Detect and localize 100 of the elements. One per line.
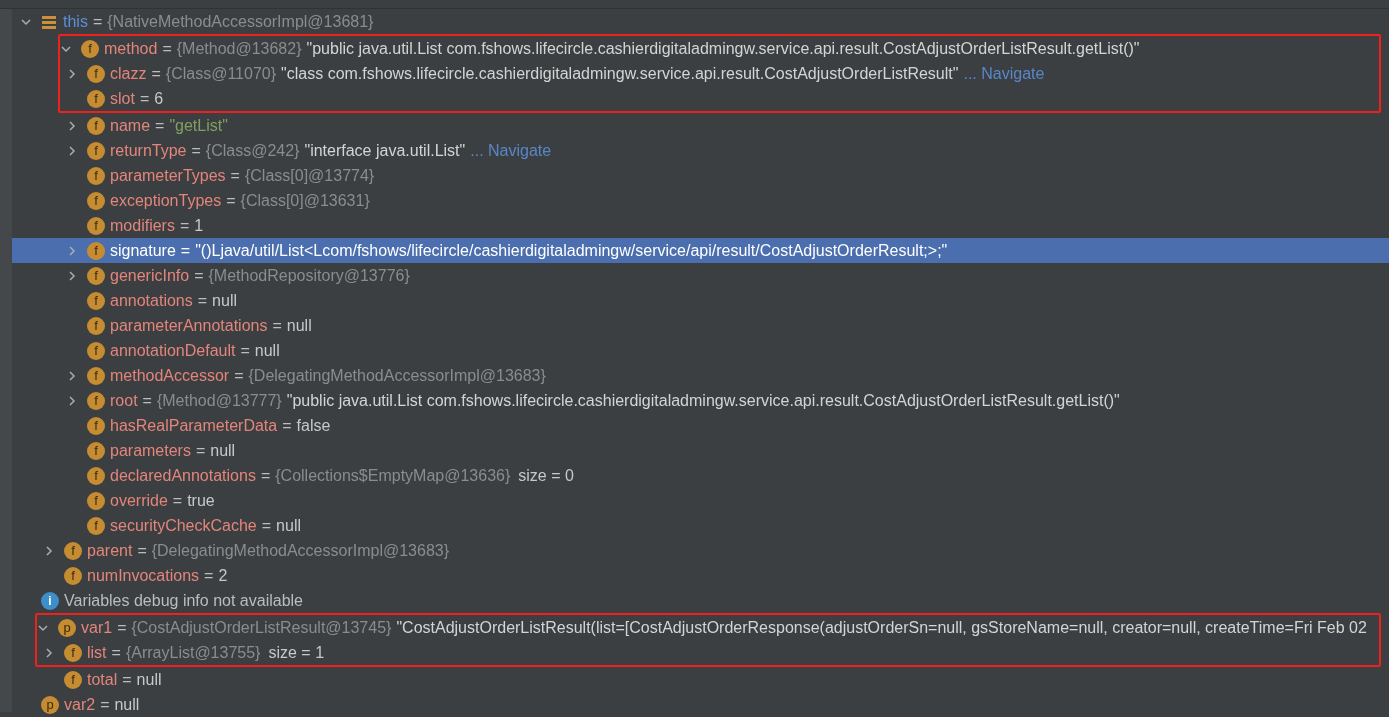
tree-row[interactable]: i Variables debug info not available: [12, 588, 1389, 613]
variable-value: "public java.util.List com.fshows.lifecircle.cashierdigitaladmingw.service.api.result.CostAdjustOrderListResult.getList()": [306, 39, 1140, 58]
tree-row[interactable]: f declaredAnnotations = {Collections$EmptyMap@13636} size = 0: [12, 463, 1389, 488]
field-icon: f: [87, 216, 105, 235]
variable-name: method: [104, 39, 158, 58]
tree-row[interactable]: p var2 = null: [12, 692, 1389, 717]
tree-row[interactable]: f modifiers = 1: [12, 213, 1389, 238]
field-icon: f: [87, 416, 105, 435]
tree-row[interactable]: f returnType = {Class@242} "interface java.util.List" ... Navigate: [12, 138, 1389, 163]
equals-sign: =: [117, 618, 127, 637]
variable-value: "CostAdjustOrderListResult(list=[CostAdjustOrderResponse(adjustOrderSn=null, gsStoreName=null, creator=null, createTime=Fri Feb 02: [396, 618, 1367, 637]
tree-row[interactable]: f parameters = null: [12, 438, 1389, 463]
object-reference: {Method@13777}: [156, 391, 282, 410]
variable-value: null: [114, 695, 140, 714]
object-reference: {DelegatingMethodAccessorImpl@13683}: [151, 541, 450, 560]
tree-row[interactable]: f list = {ArrayList@13755} size = 1: [37, 640, 1379, 665]
tree-row[interactable]: f clazz = {Class@11070} "class com.fshows.lifecircle.cashierdigitaladmingw.service.api.result.CostAdjustOrderListResult" ... Navigate: [60, 61, 1379, 86]
field-icon: p: [58, 618, 76, 637]
field-icon: f: [64, 643, 82, 662]
chevron-right-icon[interactable]: [66, 394, 78, 407]
variable-name: modifiers: [110, 216, 175, 235]
variable-name: override: [110, 491, 168, 510]
equals-sign: =: [191, 141, 201, 160]
field-icon: f: [87, 191, 105, 210]
equals-sign: =: [92, 12, 103, 31]
variable-name: total: [87, 670, 118, 689]
object-reference: {ArrayList@13755}: [125, 643, 261, 662]
tree-row[interactable]: f parameterAnnotations = null: [12, 313, 1389, 338]
field-icon: f: [87, 116, 105, 135]
variable-value: 1: [194, 216, 204, 235]
tree-row[interactable]: this = {NativeMethodAccessorImpl@13681}: [12, 9, 1389, 34]
variable-value: null: [136, 670, 162, 689]
equals-sign: =: [139, 89, 150, 108]
object-reference: {Collections$EmptyMap@13636}: [275, 466, 511, 485]
field-icon: f: [87, 366, 105, 385]
chevron-right-icon[interactable]: [66, 144, 78, 157]
object-reference: {MethodRepository@13776}: [208, 266, 410, 285]
variable-value: 6: [154, 89, 164, 108]
info-icon: i: [41, 591, 59, 610]
equals-sign: =: [230, 166, 240, 185]
chevron-right-icon[interactable]: [43, 646, 55, 659]
tree-row[interactable]: f methodAccessor = {DelegatingMethodAccessorImpl@13683}: [12, 363, 1389, 388]
tree-row[interactable]: f numInvocations = 2: [12, 563, 1389, 588]
tree-row[interactable]: f override = true: [12, 488, 1389, 513]
tree-row[interactable]: f signature = "()Ljava/util/List<Lcom/fshows/lifecircle/cashierdigitaladmingw/service/api/result/CostAdjustOrderResult;>;": [12, 238, 1389, 263]
tree-row[interactable]: p var1 = {CostAdjustOrderListResult@13745} "CostAdjustOrderListResult(list=[CostAdjustOrderResponse(adjustOrderSn=null, gsStoreName=null, creator=null, createTime=Fri Feb 02: [37, 615, 1379, 640]
object-reference: {CostAdjustOrderListResult@13745}: [131, 618, 392, 637]
variable-name: signature: [110, 241, 176, 260]
equals-sign: =: [137, 541, 147, 560]
tree-row[interactable]: f method = {Method@13682} "public java.util.List com.fshows.lifecircle.cashierdigitaladmingw.service.api.result.CostAdjustOrderListResult.getList()": [60, 36, 1379, 61]
equals-sign: =: [122, 670, 132, 689]
field-icon: p: [41, 695, 59, 714]
tree-row[interactable]: f genericInfo = {MethodRepository@13776}: [12, 263, 1389, 288]
field-icon: f: [87, 266, 105, 285]
variable-value: "getList": [169, 116, 228, 135]
variable-name: var1: [81, 618, 113, 637]
equals-sign: =: [151, 64, 161, 83]
tree-row[interactable]: f annotations = null: [12, 288, 1389, 313]
tree-row[interactable]: f total = null: [12, 667, 1389, 692]
variable-value: null: [212, 291, 237, 310]
stack-frames-icon: [41, 13, 57, 30]
chevron-right-icon[interactable]: [66, 119, 78, 132]
variable-name: methodAccessor: [110, 366, 230, 385]
variable-value: "class com.fshows.lifecircle.cashierdigitaladmingw.service.api.result.CostAdjustOrderListResult": [281, 64, 959, 83]
tree-row[interactable]: f root = {Method@13777} "public java.util.List com.fshows.lifecircle.cashierdigitaladmingw.service.api.result.CostAdjustOrderListResult.getList()": [12, 388, 1389, 413]
variable-name: parameterAnnotations: [110, 316, 268, 335]
tree-row[interactable]: f slot = 6: [60, 86, 1379, 111]
field-icon: f: [87, 291, 105, 310]
tree-row[interactable]: f name = "getList": [12, 113, 1389, 138]
variable-name: numInvocations: [87, 566, 200, 585]
chevron-right-icon[interactable]: [66, 67, 78, 80]
chevron-right-icon[interactable]: [66, 369, 78, 382]
variable-name: hasRealParameterData: [110, 416, 278, 435]
chevron-right-icon[interactable]: [66, 269, 78, 282]
tree-row[interactable]: f hasRealParameterData = false: [12, 413, 1389, 438]
tree-row[interactable]: f parent = {DelegatingMethodAccessorImpl@13683}: [12, 538, 1389, 563]
tree-row[interactable]: f parameterTypes = {Class[0]@13774}: [12, 163, 1389, 188]
equals-sign: =: [180, 241, 191, 260]
field-icon: f: [64, 670, 82, 689]
variable-name: this: [63, 12, 88, 31]
tree-row[interactable]: f securityCheckCache = null: [12, 513, 1389, 538]
variable-name: var2: [64, 695, 96, 714]
variable-name: genericInfo: [110, 266, 190, 285]
tree-row[interactable]: f exceptionTypes = {Class[0]@13631}: [12, 188, 1389, 213]
object-reference: {Class[0]@13631}: [240, 191, 370, 210]
object-reference: {Method@13682}: [176, 39, 302, 58]
variable-value: null: [210, 441, 236, 460]
field-icon: f: [87, 491, 105, 510]
field-icon: f: [87, 391, 105, 410]
field-icon: f: [87, 141, 105, 160]
variable-name: parent: [87, 541, 133, 560]
equals-sign: =: [234, 366, 244, 385]
variable-name: securityCheckCache: [110, 516, 257, 535]
tree-row[interactable]: f annotationDefault = null: [12, 338, 1389, 363]
equals-sign: =: [240, 341, 250, 360]
chevron-right-icon[interactable]: [43, 544, 55, 557]
field-icon: f: [87, 466, 105, 485]
field-icon: f: [64, 566, 82, 585]
equals-sign: =: [142, 391, 152, 410]
variable-name: root: [110, 391, 138, 410]
